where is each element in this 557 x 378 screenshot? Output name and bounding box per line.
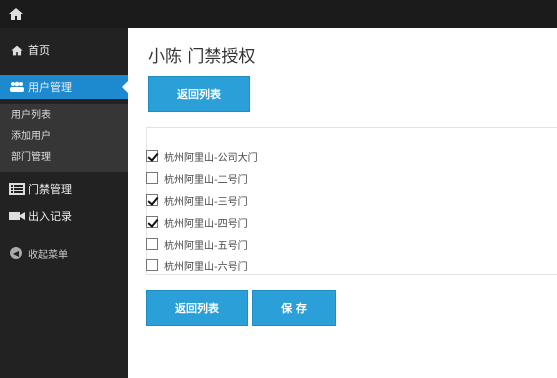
sidebar-item-home[interactable]: 首页: [0, 38, 128, 62]
submenu-item-department[interactable]: 部门管理: [11, 150, 51, 166]
checkbox[interactable]: [146, 194, 158, 206]
collapse-menu-button[interactable]: ◀ 收起菜单: [0, 241, 128, 265]
back-to-list-button[interactable]: 返回列表: [146, 290, 248, 326]
door-label: 杭州阿里山-三号门: [164, 196, 248, 208]
collapse-menu-label: 收起菜单: [28, 249, 68, 261]
door-checkbox-item[interactable]: 杭州阿里山-四号门: [146, 214, 248, 230]
camera-icon: [8, 209, 26, 223]
door-checkbox-item[interactable]: 杭州阿里山-六号门: [146, 257, 248, 273]
checkbox[interactable]: [146, 216, 158, 228]
home-icon[interactable]: [8, 6, 24, 22]
sidebar-item-label: 出入记录: [28, 210, 72, 223]
submenu-item-add-user[interactable]: 添加用户: [11, 129, 51, 145]
sidebar-item-user-management[interactable]: 用户管理: [0, 75, 128, 99]
door-checkbox-item[interactable]: 杭州阿里山-二号门: [146, 170, 248, 186]
door-checkbox-item[interactable]: 杭州阿里山-公司大门: [146, 148, 258, 164]
checkbox[interactable]: [146, 150, 158, 162]
checkbox[interactable]: [146, 238, 158, 250]
door-label: 杭州阿里山-公司大门: [164, 152, 258, 164]
save-button[interactable]: 保 存: [252, 290, 336, 326]
door-checkbox-item[interactable]: 杭州阿里山-五号门: [146, 236, 248, 252]
users-icon: [8, 80, 26, 94]
list-icon: [8, 182, 26, 196]
back-to-list-button-top[interactable]: 返回列表: [148, 76, 250, 112]
door-label: 杭州阿里山-四号门: [164, 218, 248, 230]
arrow-left-circle-icon: ◀: [10, 247, 22, 259]
submenu-item-user-list[interactable]: 用户列表: [11, 108, 51, 124]
top-bar: [0, 0, 557, 28]
user-submenu: 用户列表 添加用户 部门管理: [0, 104, 128, 172]
door-label: 杭州阿里山-二号门: [164, 174, 248, 186]
page-title: 小陈 门禁授权: [148, 47, 256, 67]
sidebar-item-door-management[interactable]: 门禁管理: [0, 177, 128, 201]
home-icon: [8, 43, 26, 57]
sidebar-item-label: 用户管理: [28, 81, 72, 94]
sidebar-item-label: 首页: [28, 44, 50, 57]
sidebar-item-label: 门禁管理: [28, 183, 72, 196]
checkbox[interactable]: [146, 172, 158, 184]
door-checkbox-item[interactable]: 杭州阿里山-三号门: [146, 192, 248, 208]
sidebar: 首页 用户管理 用户列表 添加用户 部门管理 门禁管理 出入记录 ◀ 收起菜单: [0, 28, 128, 378]
main-content: 小陈 门禁授权 返回列表 杭州阿里山-公司大门 杭州阿里山-二号门 杭州阿里山-…: [128, 28, 557, 378]
sidebar-item-access-log[interactable]: 出入记录: [0, 204, 128, 228]
checkbox[interactable]: [146, 259, 158, 271]
door-label: 杭州阿里山-六号门: [164, 261, 248, 273]
door-label: 杭州阿里山-五号门: [164, 240, 248, 252]
